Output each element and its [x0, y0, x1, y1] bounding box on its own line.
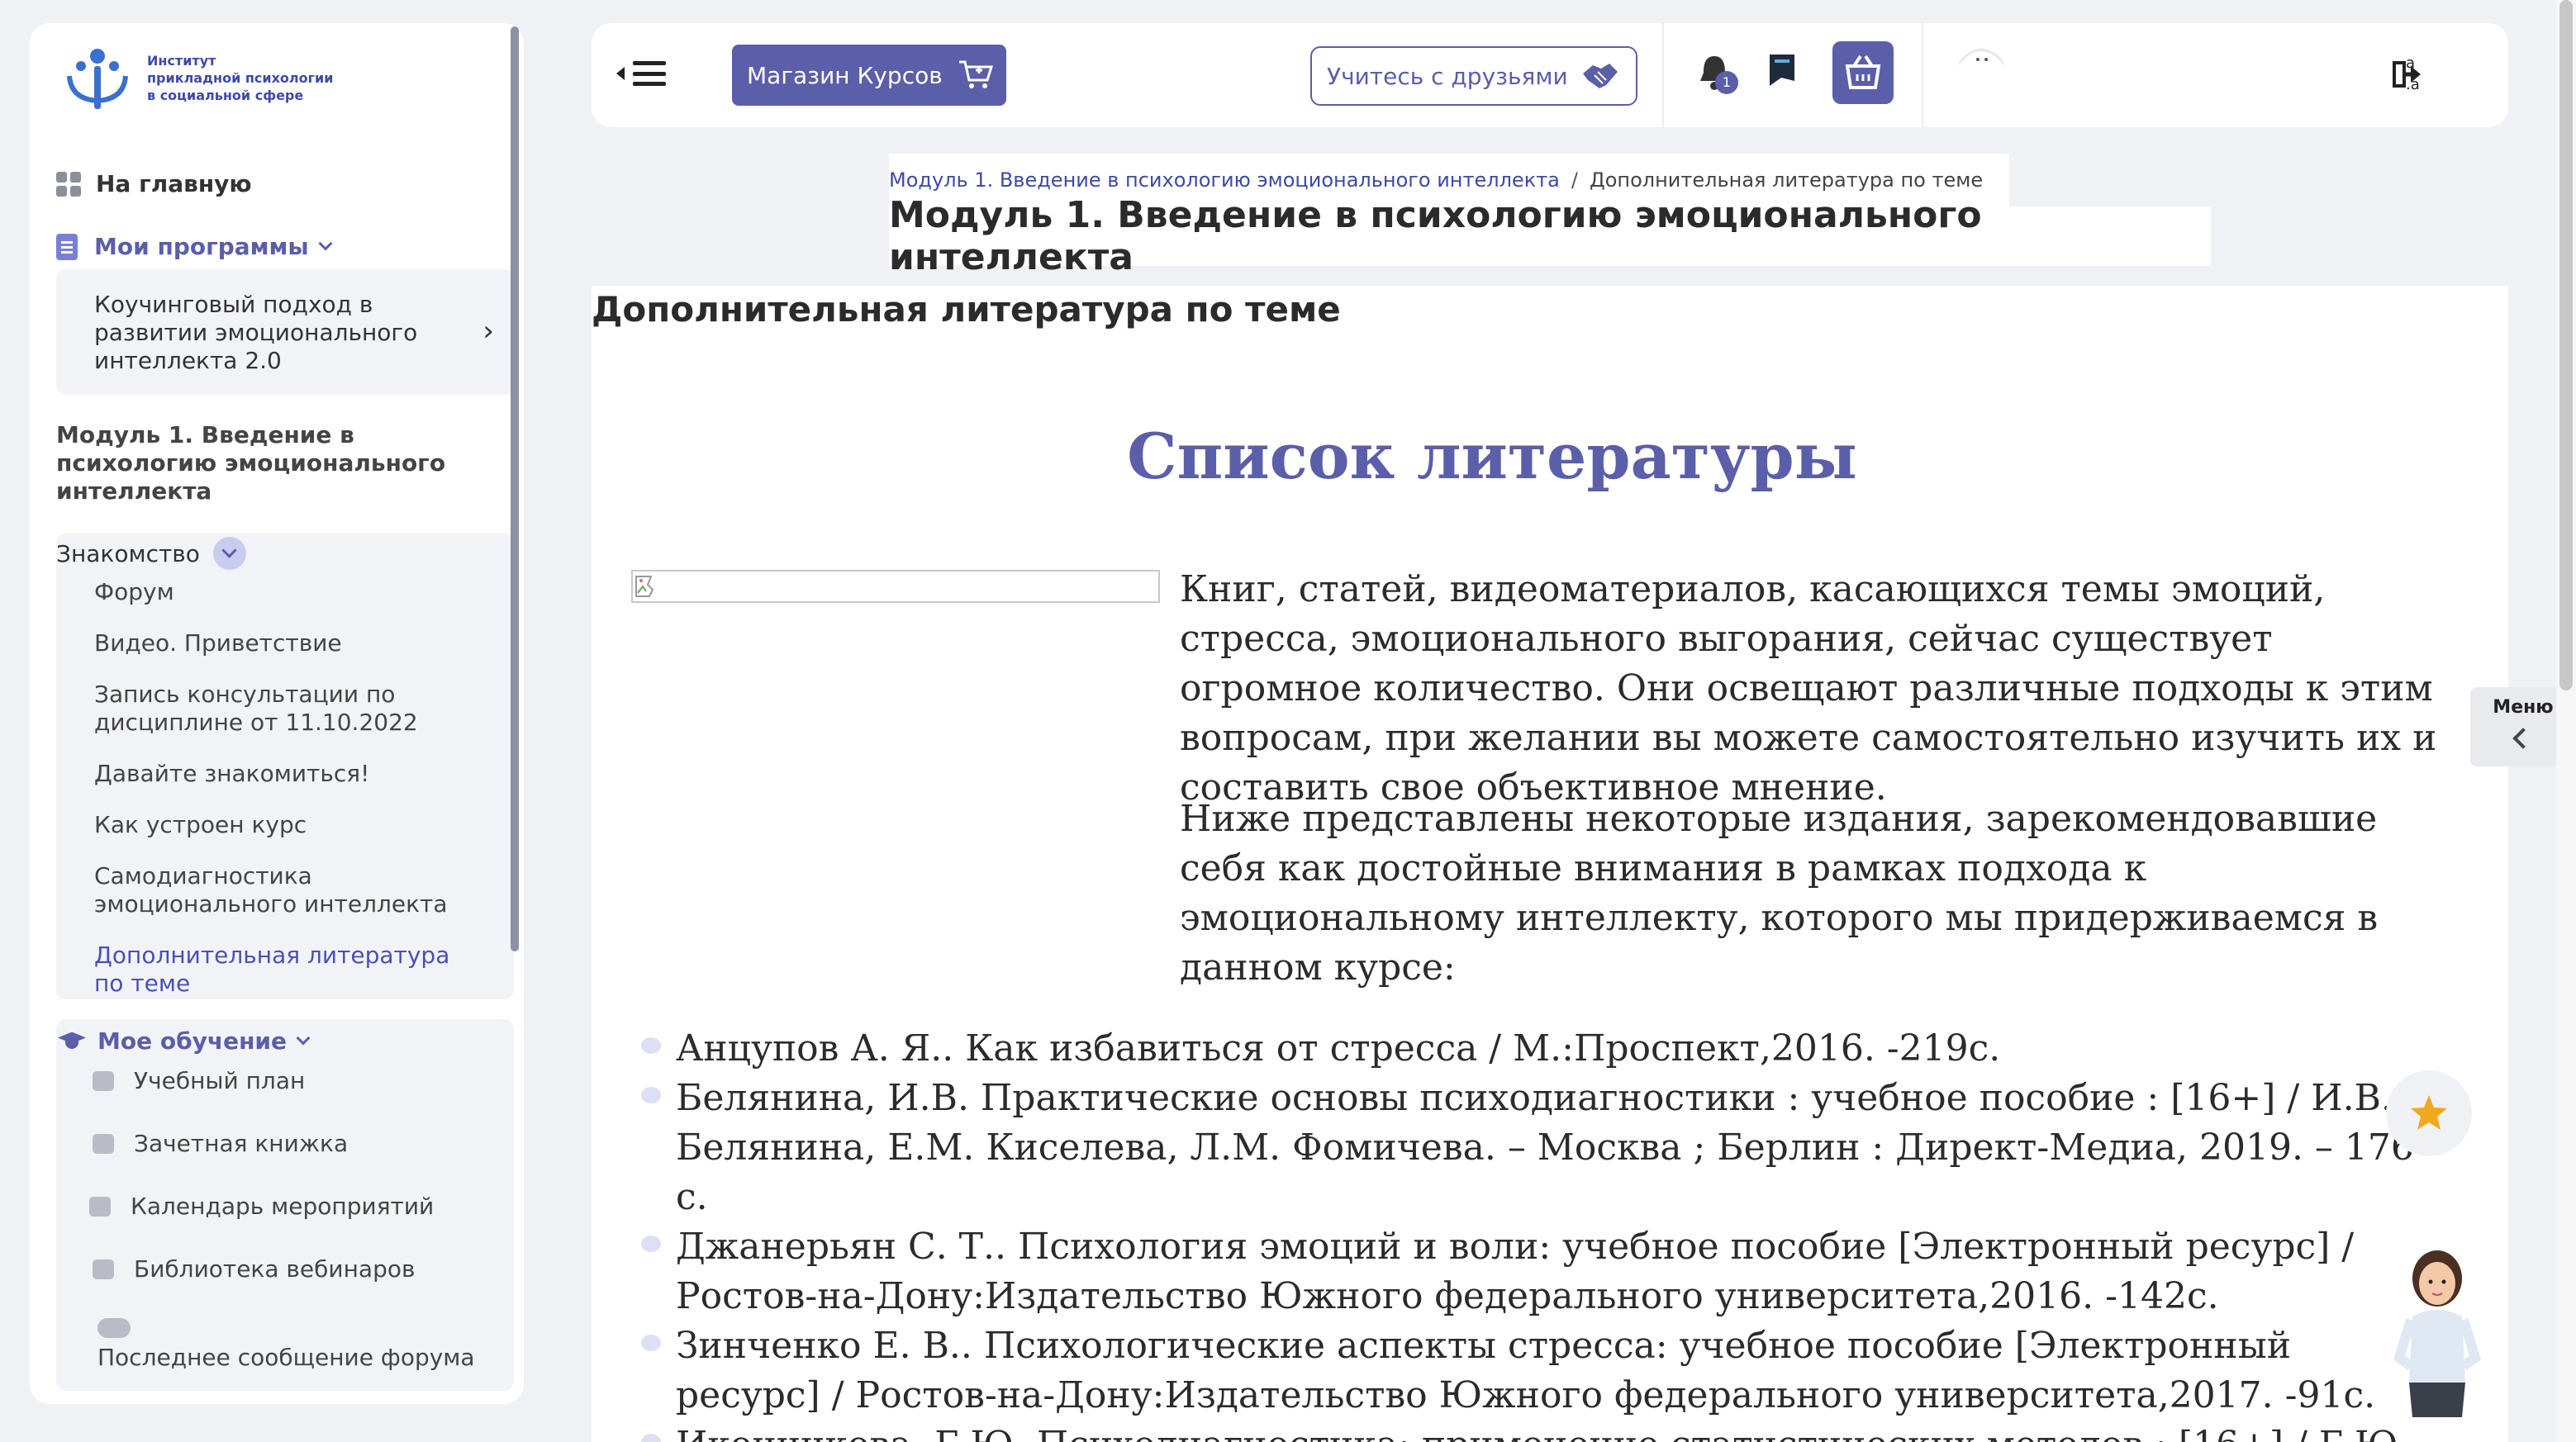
- course-shop-button[interactable]: Магазин Курсов: [732, 45, 1006, 106]
- chevron-down-icon: [296, 1031, 311, 1045]
- page-scrollbar-thumb[interactable]: [2559, 0, 2573, 690]
- nav-my-programs[interactable]: Мои программы: [56, 233, 333, 260]
- breadcrumb-module-link[interactable]: Модуль 1. Введение в психологию эмоциона…: [889, 168, 1560, 192]
- nav-my-programs-label: Мои программы: [94, 233, 309, 260]
- sidebar-item-gradebook[interactable]: Зачетная книжка: [93, 1130, 348, 1157]
- hamburger-icon: [633, 61, 666, 86]
- nav-my-learning-label: Мое обучение: [97, 1027, 288, 1055]
- sidebar-item-label: Учебный план: [134, 1067, 306, 1094]
- literature-title: Список литературы: [1127, 420, 1857, 493]
- folder-icon: [93, 1259, 114, 1279]
- graduation-cap-icon: [58, 1032, 86, 1051]
- course-shop-label: Магазин Курсов: [747, 61, 943, 89]
- intro-section: Знакомство Форум Видео. Приветствие Запи…: [56, 534, 514, 999]
- assistant-character[interactable]: [2388, 1242, 2487, 1417]
- sidebar-item-study-plan[interactable]: Учебный план: [93, 1067, 305, 1094]
- logo-text: Институт прикладной психологии в социаль…: [147, 52, 333, 104]
- sidebar-item-course-structure[interactable]: Как устроен курс: [94, 811, 482, 839]
- bibliography-list: Анцупов А. Я.. Как избавиться от стресса…: [641, 1024, 2417, 1442]
- list-item: Джанерьян С. Т.. Психология эмоций и вол…: [641, 1222, 2417, 1321]
- logout-icon[interactable]: [2391, 58, 2424, 91]
- sidebar-item-label: Последнее сообщение форума: [97, 1344, 475, 1371]
- logo-line: в социальной сфере: [147, 87, 304, 103]
- star-icon: [2411, 1095, 2447, 1130]
- nav-my-learning[interactable]: Мое обучение: [58, 1027, 311, 1055]
- breadcrumb-current: Дополнительная литература по теме: [1589, 168, 1984, 192]
- broken-image-icon: [635, 576, 654, 597]
- basket-icon: [1845, 55, 1881, 89]
- intro-paragraph: Книг, статей, видеоматериалов, касающихс…: [1180, 568, 2437, 809]
- nav-home[interactable]: На главную: [56, 170, 252, 197]
- chevron-right-icon: ›: [482, 315, 494, 348]
- menu-toggle-button[interactable]: [616, 61, 666, 86]
- logo-line: прикладной психологии: [147, 69, 334, 86]
- list-item: Анцупов А. Я.. Как избавиться от стресса…: [641, 1024, 2417, 1074]
- sidebar-item-additional-literature[interactable]: Дополнительная литература по теме: [94, 942, 482, 998]
- sidebar-item-webinar-library[interactable]: Библиотека вебинаров: [93, 1255, 415, 1283]
- bookmark-flag-icon[interactable]: [1766, 53, 1798, 89]
- dashboard-grid-icon: [56, 171, 81, 197]
- program-title: Коучинговый подход в развитии эмоциональ…: [94, 291, 418, 374]
- intro-section-toggle[interactable]: Знакомство: [56, 537, 246, 570]
- module-title: Модуль 1. Введение в психологию эмоциона…: [56, 421, 446, 505]
- intro-section-label: Знакомство: [56, 539, 200, 567]
- sidebar-item-forum[interactable]: Форум: [94, 578, 482, 606]
- sidebar-item-label: Зачетная книжка: [134, 1130, 349, 1157]
- breadcrumb-separator: /: [1571, 168, 1578, 192]
- module-heading: Модуль 1. Введение в психологию эмоциона…: [889, 194, 2211, 278]
- study-plan-icon: [93, 1070, 114, 1091]
- collapse-arrow-icon: [616, 67, 625, 80]
- chevron-left-icon: [2512, 728, 2534, 749]
- learn-with-friends-label: Учитесь с друзьями: [1327, 62, 1568, 90]
- divider: [1922, 23, 1923, 127]
- list-item: Белянина, И.В. Практические основы психо…: [641, 1074, 2417, 1222]
- page-title: Дополнительная литература по теме: [592, 289, 1341, 330]
- sidebar: Институт прикладной психологии в социаль…: [30, 23, 524, 1404]
- list-item: Зинченко Е. В.. Психологические аспекты …: [641, 1321, 2417, 1421]
- side-menu-label: Меню: [2493, 697, 2554, 718]
- program-card[interactable]: Коучинговый подход в развитии эмоциональ…: [56, 269, 514, 395]
- list-item: Иконникова, Г.Ю. Психодиагностика: приме…: [641, 1421, 2417, 1442]
- my-learning-section: Мое обучение Учебный план Зачетная книжк…: [56, 1019, 514, 1391]
- chat-bubbles-icon: [97, 1318, 131, 1338]
- sidebar-item-label: Календарь мероприятий: [131, 1193, 435, 1220]
- sidebar-item-acquaintance[interactable]: Давайте знакомиться!: [94, 760, 482, 788]
- intro-paragraph: Ниже представлены некоторые издания, зар…: [1180, 798, 2379, 989]
- sidebar-item-consultation[interactable]: Запись консультации по дисциплине от 11.…: [94, 681, 482, 737]
- sidebar-item-label: Библиотека вебинаров: [134, 1255, 416, 1283]
- favorite-button[interactable]: [2386, 1070, 2472, 1156]
- cart-icon: [958, 60, 993, 88]
- notification-badge: 1: [1715, 71, 1738, 94]
- calendar-icon: [89, 1196, 111, 1217]
- sidebar-item-last-forum-message[interactable]: Последнее сообщение форума: [97, 1318, 478, 1378]
- nav-home-label: На главную: [96, 170, 252, 197]
- sidebar-item-self-diagnostics[interactable]: Самодиагностика эмоционального интеллект…: [94, 862, 482, 918]
- sidebar-item-video[interactable]: Видео. Приветствие: [94, 629, 482, 657]
- chevron-down-icon[interactable]: [212, 537, 246, 570]
- basket-button[interactable]: [1832, 41, 1894, 104]
- top-bar: Магазин Курсов Учитесь с друзьями 1 a .a: [592, 23, 2508, 127]
- sidebar-scrollbar[interactable]: [511, 26, 519, 951]
- sidebar-item-calendar[interactable]: Календарь мероприятий: [89, 1193, 434, 1220]
- broken-image: [631, 570, 1160, 603]
- learn-with-friends-button[interactable]: Учитесь с друзьями: [1310, 46, 1637, 106]
- divider: [1662, 23, 1664, 127]
- user-avatar[interactable]: [1953, 41, 2011, 81]
- document-icon: [56, 233, 78, 260]
- logo-psi-icon: [67, 49, 128, 109]
- handshake-icon: [1582, 64, 1618, 88]
- institute-logo[interactable]: Институт прикладной психологии в социаль…: [61, 41, 333, 114]
- gradebook-icon: [93, 1133, 114, 1154]
- logo-line: Институт: [147, 52, 216, 69]
- chevron-down-icon: [318, 236, 333, 250]
